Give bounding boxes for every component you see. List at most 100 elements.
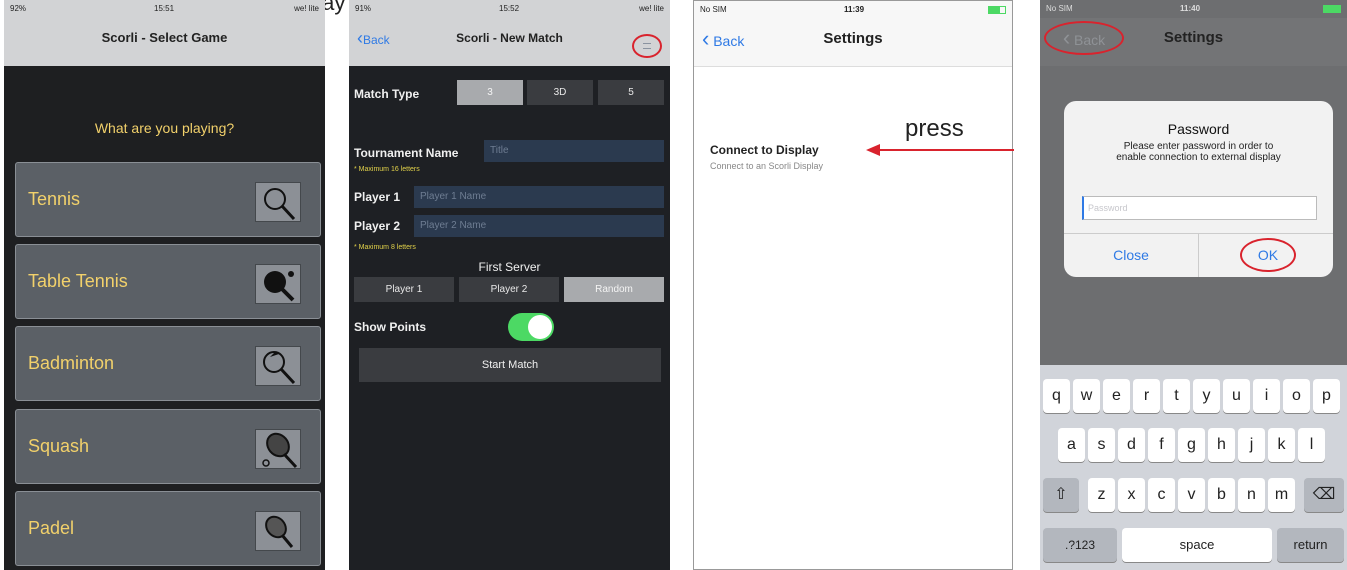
key-g[interactable]: g [1178,428,1205,462]
chevron-left-icon: ‹ [1062,25,1071,50]
backspace-key[interactable]: ⌫ [1304,478,1344,512]
key-c[interactable]: c [1148,478,1175,512]
max-8-hint: * Maximum 8 letters [354,244,416,251]
key-l[interactable]: l [1298,428,1325,462]
carrier-name: No SIM [700,5,727,14]
backspace-icon: ⌫ [1312,486,1336,503]
server-player1[interactable]: Player 1 [354,277,454,302]
key-q[interactable]: q [1043,379,1070,413]
key-e[interactable]: e [1103,379,1130,413]
status-time: 11:40 [1180,4,1201,13]
match-type-5[interactable]: 5 [598,80,664,105]
key-n[interactable]: n [1238,478,1265,512]
page-title: Settings [1163,29,1224,46]
key-x[interactable]: x [1118,478,1145,512]
return-key[interactable]: return [1277,528,1344,562]
network-name: we! lite [639,4,664,13]
ok-button[interactable]: OK [1240,238,1296,272]
password-input[interactable]: Password [1082,196,1317,220]
status-time: 11:39 [844,5,865,14]
key-r[interactable]: r [1133,379,1160,413]
key-h[interactable]: h [1208,428,1235,462]
status-bar: No SIM 11:40 [1040,0,1347,18]
nav-bar: ‹ Back Settings [1040,18,1347,66]
menu-button[interactable] [632,34,662,58]
key-s[interactable]: s [1088,428,1115,462]
close-button[interactable]: Close [1064,233,1198,277]
key-m[interactable]: m [1268,478,1295,512]
start-match-label: Start Match [481,359,539,371]
key-f[interactable]: f [1148,428,1175,462]
back-button[interactable]: ‹Back [357,18,390,60]
page-title: Scorli - New Match [456,31,563,45]
press-annotation: press [905,115,964,142]
player2-input[interactable]: Player 2 Name [414,215,664,237]
badminton-racket-icon [255,346,301,386]
match-type-3[interactable]: 3 [457,80,523,105]
dialog-message-1: Please enter password in order to [1123,141,1274,152]
back-button[interactable]: ‹ Back [1044,21,1124,55]
player1-input[interactable]: Player 1 Name [414,186,664,208]
nav-bar: ‹ Back Settings [694,19,1012,67]
key-j[interactable]: j [1238,428,1265,462]
key-u[interactable]: u [1223,379,1250,413]
numbers-key[interactable]: .?123 [1043,528,1117,562]
game-item-tennis[interactable]: Tennis [15,162,321,237]
status-bar: 91% 15:52 we! lite [349,0,670,18]
server-random[interactable]: Random [564,277,664,302]
player1-label: Player 1 [354,190,401,204]
tournament-name-input[interactable]: Title [484,140,664,162]
key-t[interactable]: t [1163,379,1190,413]
space-key[interactable]: space [1122,528,1272,562]
key-w[interactable]: w [1073,379,1100,413]
network-name: we! lite [294,4,319,13]
game-item-table-tennis[interactable]: Table Tennis [15,244,321,319]
status-bar: No SIM 11:39 [694,1,1012,19]
padel-racket-icon [255,511,301,551]
key-y[interactable]: y [1193,379,1220,413]
game-label: Tennis [28,189,81,209]
player2-label: Player 2 [354,219,401,233]
key-o[interactable]: o [1283,379,1310,413]
phone-settings: No SIM 11:39 ‹ Back Settings Connect to … [693,0,1013,570]
phone-password-dialog: No SIM 11:40 ‹ Back Settings Password Pl… [1040,0,1347,570]
game-label: Squash [28,436,90,456]
status-time: 15:52 [499,4,520,13]
status-bar: 92% 15:51 we! lite [4,0,325,18]
game-item-padel[interactable]: Padel [15,491,321,566]
keyboard: q w e r t y u i o p a s d f g h j k l ⇧ … [1040,365,1347,570]
key-p[interactable]: p [1313,379,1340,413]
nav-bar: Scorli - Select Game [4,18,325,66]
nav-bar: ‹Back Scorli - New Match [349,18,670,66]
dialog-button-divider [1198,233,1199,277]
game-item-badminton[interactable]: Badminton [15,326,321,401]
show-points-toggle[interactable] [508,313,554,341]
arrow-left-icon [866,144,1014,156]
key-k[interactable]: k [1268,428,1295,462]
back-button[interactable]: ‹ Back [702,19,744,61]
game-prompt: What are you playing? [94,120,235,136]
page-title: Scorli - Select Game [101,30,228,45]
battery-icon [988,6,1006,14]
carrier-name: No SIM [1046,4,1073,13]
key-a[interactable]: a [1058,428,1085,462]
phone-new-match: 91% 15:52 we! lite ‹Back Scorli - New Ma… [349,0,670,570]
tennis-racket-icon [255,182,301,222]
start-match-button[interactable]: Start Match [359,348,661,382]
max-16-hint: * Maximum 16 letters [354,166,420,173]
shift-key[interactable]: ⇧ [1043,478,1079,512]
key-z[interactable]: z [1088,478,1115,512]
dialog-title: Password [1167,121,1230,137]
key-i[interactable]: i [1253,379,1280,413]
first-server-label: First Server [478,260,541,274]
key-d[interactable]: d [1118,428,1145,462]
menu-icon [643,43,651,49]
key-v[interactable]: v [1178,478,1205,512]
server-player2[interactable]: Player 2 [459,277,559,302]
phone-select-game: 92% 15:51 we! lite Scorli - Select Game … [4,0,325,570]
match-type-label: Match Type [354,87,420,101]
key-b[interactable]: b [1208,478,1235,512]
ping-pong-paddle-icon [255,264,301,304]
game-item-squash[interactable]: Squash [15,409,321,484]
match-type-3d[interactable]: 3D [527,80,593,105]
